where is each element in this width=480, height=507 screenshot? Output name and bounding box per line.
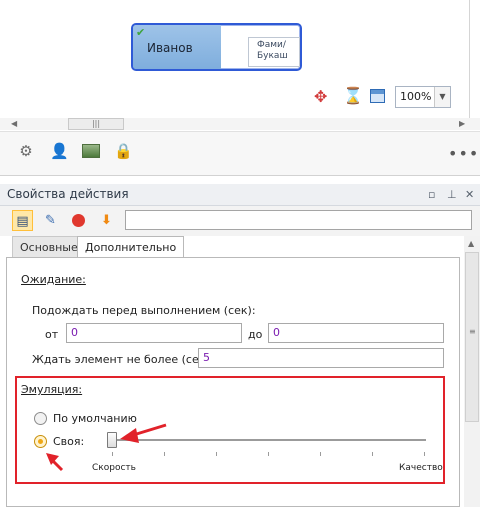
arrow-to-slider xyxy=(120,423,167,443)
arrow-to-radio xyxy=(46,453,64,472)
annotation-arrows xyxy=(46,423,167,472)
